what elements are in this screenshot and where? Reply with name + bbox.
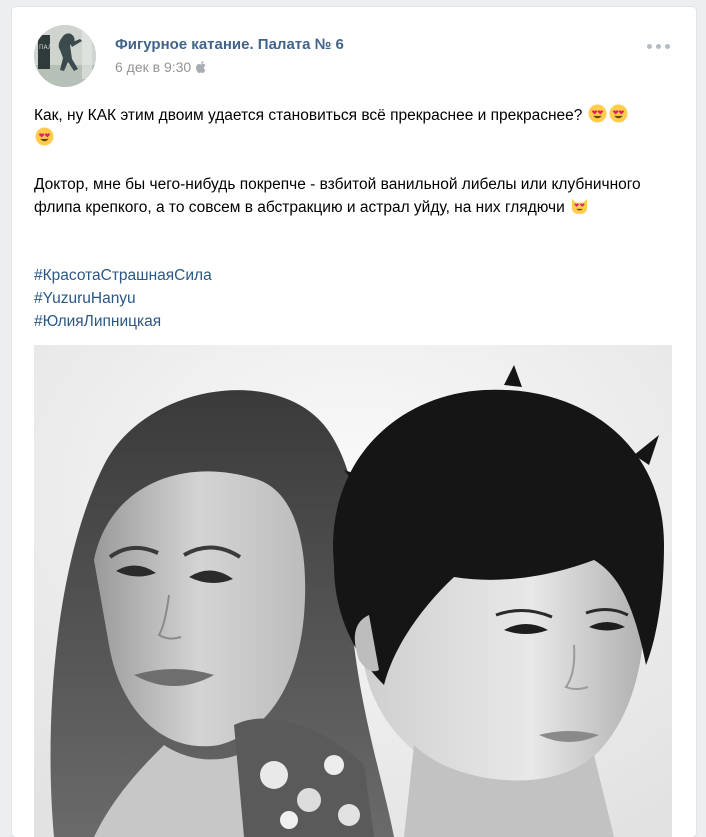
- more-dots-icon[interactable]: [647, 44, 670, 49]
- heart-eyes-emoji: [609, 104, 628, 123]
- heart-eyes-cat-emoji: [571, 198, 588, 215]
- post-card: ПАЛ Фигурное катание. Палата № 6 6 дек в…: [12, 7, 696, 837]
- post-text: Как, ну КАК этим двоим удается становить…: [34, 104, 674, 219]
- post-date[interactable]: 6 дек в 9:30: [115, 59, 191, 75]
- hashtag-list: #КрасотаСтрашнаяСила #YuzuruHanyu #ЮлияЛ…: [34, 264, 212, 333]
- hashtag-link[interactable]: #ЮлияЛипницкая: [34, 310, 212, 333]
- heart-eyes-emoji: [35, 127, 54, 146]
- dot: [656, 44, 661, 49]
- post-text-para2: Доктор, мне бы чего-нибудь покрепче - вз…: [34, 176, 641, 216]
- hashtag-link[interactable]: #YuzuruHanyu: [34, 287, 212, 310]
- post-text-line1: Как, ну КАК этим двоим удается становить…: [34, 104, 674, 150]
- post-meta: 6 дек в 9:30: [115, 59, 206, 75]
- svg-text:ПАЛ: ПАЛ: [39, 44, 52, 51]
- heart-eyes-emoji: [588, 104, 607, 123]
- community-avatar[interactable]: ПАЛ: [34, 25, 96, 87]
- dot: [647, 44, 652, 49]
- apple-icon: [196, 61, 206, 73]
- hashtag-link[interactable]: #КрасотаСтрашнаяСила: [34, 264, 212, 287]
- dot: [665, 44, 670, 49]
- community-name[interactable]: Фигурное катание. Палата № 6: [115, 36, 344, 53]
- post-photo[interactable]: [34, 345, 672, 837]
